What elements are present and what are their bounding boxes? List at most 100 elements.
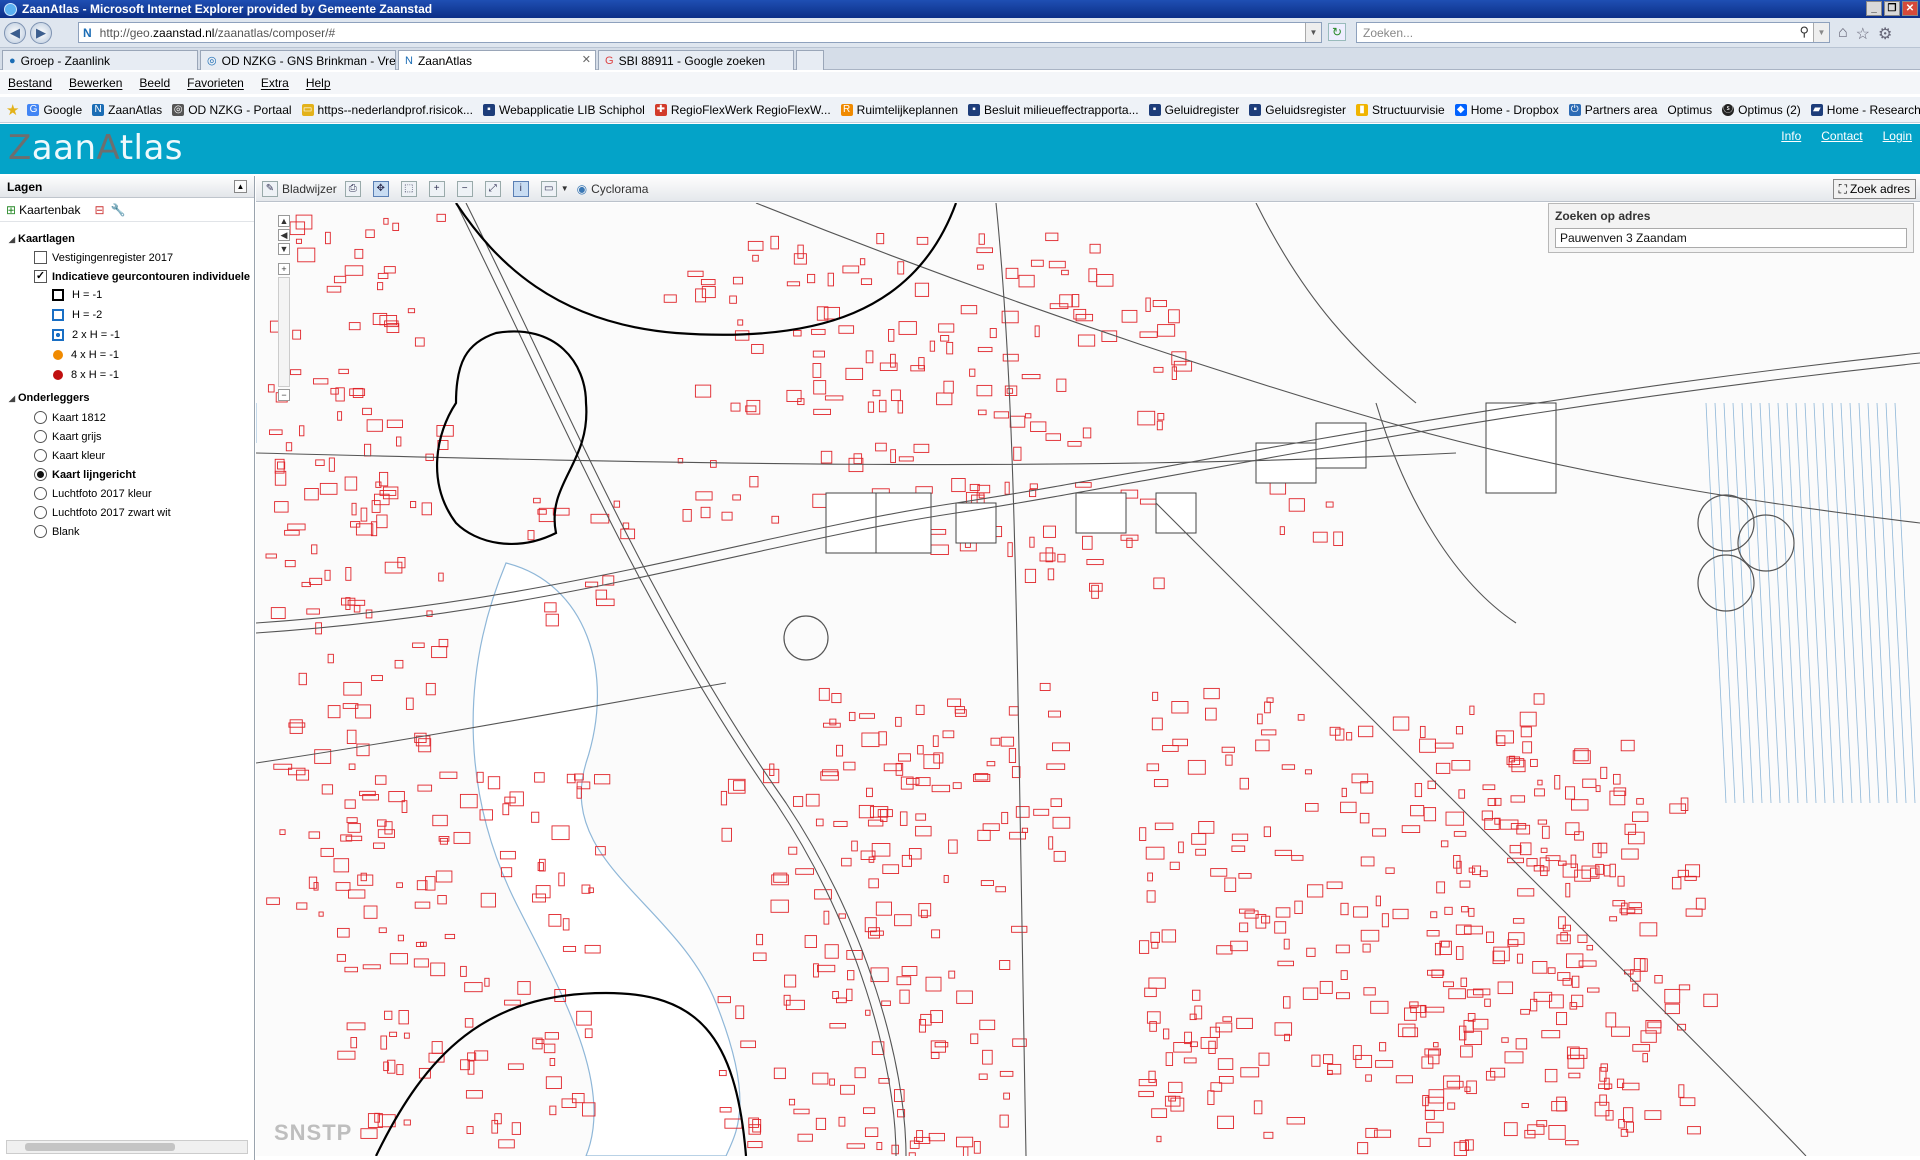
bookmark-button[interactable]: ✎ Bladwijzer — [262, 180, 337, 197]
fav-ruimtelijkeplannen[interactable]: R Ruimtelijkeplannen — [840, 103, 958, 117]
basemap-radio[interactable] — [34, 430, 47, 443]
basemap-radio[interactable] — [34, 411, 47, 424]
tab-sbi-google[interactable]: G SBI 88911 - Google zoeken — [598, 50, 794, 70]
measure-button[interactable]: ▭ ▼ — [540, 180, 569, 197]
basemap-radio[interactable] — [34, 525, 47, 538]
group-kaartlagen[interactable]: ◢ Kaartlagen — [6, 233, 75, 245]
fav-optimus[interactable]: Optimus — [1667, 103, 1712, 117]
fav-research[interactable]: ▰Home - Research Participan... — [1810, 103, 1920, 117]
group-onderleggers[interactable]: ◢ Onderleggers — [6, 392, 90, 404]
fav-od-nzkg[interactable]: ◎ OD NZKG - Portaal — [172, 103, 292, 117]
collapse-panel-icon[interactable]: ▲ — [234, 180, 247, 193]
zoom-in-button[interactable]: + — [428, 180, 449, 197]
fav-dropbox[interactable]: ◆ Home - Dropbox — [1454, 103, 1559, 117]
maximize-button[interactable]: ❐ — [1884, 1, 1900, 16]
pan-up-icon[interactable]: ▲ — [278, 215, 290, 227]
zoom-extent-button[interactable]: ⤢ — [484, 180, 505, 197]
basemap-blank[interactable]: Blank — [34, 525, 80, 538]
pan-left-icon[interactable]: ◀ — [278, 229, 290, 241]
fav-mer[interactable]: ▪ Besluit milieueffectrapporta... — [968, 103, 1139, 117]
fav-zaanatlas[interactable]: N ZaanAtlas — [92, 103, 162, 117]
basemap-kaart-grijs[interactable]: Kaart grijs — [34, 430, 102, 443]
map-canvas[interactable]: ▲ ◀ ▼ + − SNSTP — [256, 203, 1920, 1156]
building — [901, 966, 918, 976]
address-field[interactable]: N http://geo. zaanstad.nl/zaanatlas/compo… — [78, 22, 1322, 43]
favorites-star-icon[interactable]: ★ — [6, 101, 19, 119]
basemap-radio[interactable] — [34, 487, 47, 500]
fav-geluidsregister[interactable]: ▪ Geluidsregister — [1249, 103, 1346, 117]
layer-checkbox-checked[interactable]: ✓ — [34, 270, 47, 283]
basemap-luchtfoto-zwart-wit[interactable]: Luchtfoto 2017 zwart wit — [34, 506, 171, 519]
map-zoom-slider[interactable]: ▲ ◀ ▼ + − — [278, 215, 290, 401]
back-button[interactable]: ◀ — [4, 21, 26, 44]
layer-checkbox[interactable] — [34, 251, 47, 264]
basemap-luchtfoto-kleur[interactable]: Luchtfoto 2017 kleur — [34, 487, 152, 500]
tab-groep-zaanlink[interactable]: ● Groep - Zaanlink — [2, 50, 198, 70]
scrollbar-thumb[interactable] — [25, 1143, 175, 1151]
pan-down-icon[interactable]: ▼ — [278, 243, 290, 255]
layer-geurcontouren[interactable]: ✓ Indicatieve geurcontouren individuele — [34, 270, 250, 283]
zoom-in-icon[interactable]: + — [278, 263, 290, 275]
basemap-kaart-1812[interactable]: Kaart 1812 — [34, 411, 106, 424]
login-link[interactable]: Login — [1883, 129, 1912, 143]
address-dropdown-icon[interactable]: ▼ — [1305, 23, 1321, 42]
zaanatlas-logo[interactable]: ZaanAtlas — [8, 128, 183, 168]
layer-properties-icon[interactable]: 🔧 — [111, 203, 126, 217]
zoom-box-button[interactable]: ⬚ — [400, 180, 421, 197]
forward-button[interactable]: ▶ — [30, 21, 52, 44]
building — [464, 982, 483, 993]
basemap-radio[interactable] — [34, 506, 47, 519]
basemap-kaart-kleur[interactable]: Kaart kleur — [34, 449, 105, 462]
favorites-star-icon[interactable]: ☆ — [1856, 24, 1870, 44]
contact-link[interactable]: Contact — [1821, 129, 1862, 143]
menu-bestand[interactable]: Bestand — [8, 76, 52, 90]
fav-regioflexwerk[interactable]: ✚ RegioFlexWerk RegioFlexW... — [654, 103, 831, 117]
address-search-input[interactable]: Pauwenven 3 Zaandam — [1555, 228, 1907, 248]
home-icon[interactable]: ⌂ — [1838, 24, 1848, 44]
basemap-radio-selected[interactable] — [34, 468, 47, 481]
menu-favorieten[interactable]: Favorieten — [187, 76, 244, 90]
close-tab-icon[interactable]: ✕ — [582, 53, 591, 66]
basemap-kaart-lijngericht[interactable]: Kaart lijngericht — [34, 468, 136, 481]
fav-lib-schiphol[interactable]: ▪ Webapplicatie LIB Schiphol — [482, 103, 645, 117]
fav-geluidregister[interactable]: ▪ Geluidregister — [1148, 103, 1239, 117]
basemap-radio[interactable] — [34, 449, 47, 462]
layers-horizontal-scrollbar[interactable] — [6, 1140, 248, 1154]
print-button[interactable]: ⎙ — [344, 180, 365, 197]
refresh-icon[interactable]: ↻ — [1328, 23, 1346, 41]
tools-gear-icon[interactable]: ⚙ — [1878, 24, 1892, 44]
zoek-adres-button[interactable]: ⛶ Zoek adres — [1832, 179, 1916, 199]
menu-help[interactable]: Help — [306, 76, 331, 90]
fav-structuurvisie[interactable]: ▮ Structuurvisie — [1355, 103, 1445, 117]
cyclorama-button[interactable]: ◉ Cyclorama — [577, 182, 649, 196]
zoom-slider-track[interactable] — [278, 277, 290, 387]
browser-search-input[interactable]: Zoeken... ⚲ ▼ — [1356, 22, 1830, 43]
remove-layer-icon[interactable]: ⊟ — [94, 203, 104, 217]
close-window-button[interactable]: ✕ — [1902, 1, 1918, 16]
fav-risicokaart[interactable]: ▭ https--nederlandprof.risicok... — [301, 103, 473, 117]
info-button[interactable]: i — [512, 180, 533, 197]
building — [1352, 1045, 1362, 1060]
kaartenbak-button[interactable]: ⊞ Kaartenbak — [6, 203, 80, 217]
minimize-button[interactable]: _ — [1866, 1, 1882, 16]
search-dropdown-icon[interactable]: ▼ — [1813, 23, 1829, 42]
building — [1486, 931, 1495, 943]
layer-vestigingenregister[interactable]: Vestigingenregister 2017 — [34, 251, 173, 264]
zoom-out-button[interactable]: − — [456, 180, 477, 197]
fav-google[interactable]: G Google — [27, 103, 82, 117]
fav-partners-area[interactable]: ⏻ Partners area — [1568, 103, 1657, 117]
search-icon[interactable]: ⚲ — [1799, 24, 1809, 40]
tab-od-nzkg[interactable]: ◎ OD NZKG - GNS Brinkman - Vred... — [200, 50, 396, 70]
building — [359, 790, 376, 797]
new-tab-button[interactable] — [796, 50, 824, 70]
menu-bewerken[interactable]: Bewerken — [69, 76, 122, 90]
zoom-out-icon[interactable]: − — [278, 389, 290, 401]
pan-button[interactable]: ✥ — [372, 180, 393, 197]
fav-optimus-2[interactable]: ⓢ Optimus (2) — [1722, 103, 1801, 117]
measure-dropdown-icon[interactable]: ▼ — [561, 184, 569, 193]
info-link[interactable]: Info — [1781, 129, 1801, 143]
menu-extra[interactable]: Extra — [261, 76, 289, 90]
menu-beeld[interactable]: Beeld — [139, 76, 170, 90]
building — [1148, 977, 1166, 989]
tab-zaanatlas[interactable]: N ZaanAtlas ✕ — [398, 50, 596, 70]
